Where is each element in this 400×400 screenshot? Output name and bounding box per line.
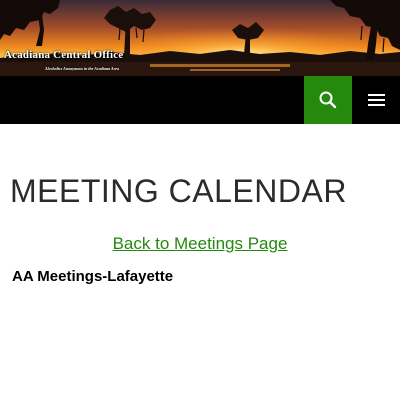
page: Acadiana Central Office Alcoholics Anony… [0, 0, 400, 400]
search-icon [319, 91, 337, 109]
menu-toggle-button[interactable] [352, 76, 400, 124]
primary-navigation-bar [0, 76, 400, 124]
back-to-meetings-link[interactable]: Back to Meetings Page [0, 233, 400, 255]
site-title[interactable]: Acadiana Central Office [4, 49, 123, 61]
section-heading: AA Meetings-Lafayette [12, 268, 174, 285]
site-tagline: Alcoholics Anonymous in the Acadiana Are… [45, 66, 119, 71]
search-toggle-button[interactable] [304, 76, 352, 124]
page-title: MEETING CALENDAR [10, 173, 347, 209]
sunset-banner-image [0, 0, 400, 76]
site-header-banner[interactable]: Acadiana Central Office Alcoholics Anony… [0, 0, 400, 76]
